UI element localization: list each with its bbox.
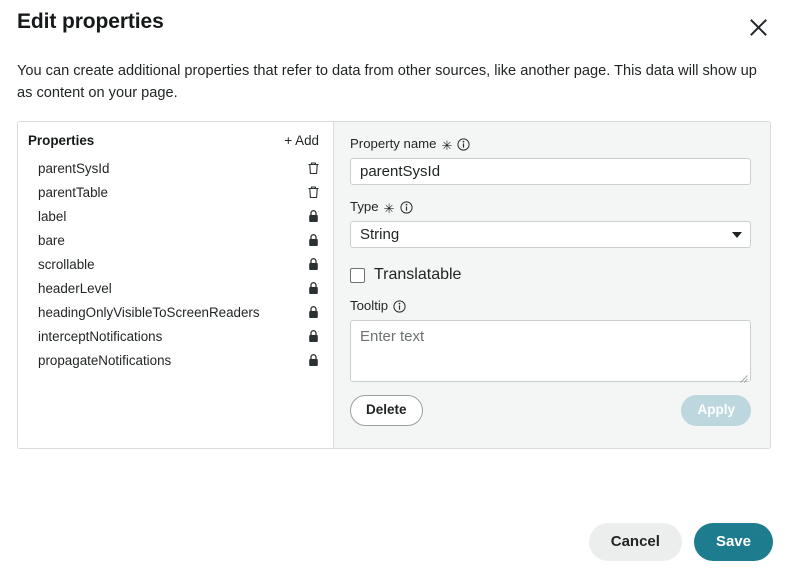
translatable-checkbox[interactable] xyxy=(350,267,365,283)
properties-list-pane: Properties + Add parentSysId parentTable xyxy=(18,122,334,448)
delete-button[interactable]: Delete xyxy=(350,395,423,426)
list-item[interactable]: scrollable xyxy=(18,252,333,276)
required-asterisk-icon: ✳ xyxy=(383,200,395,216)
cancel-button[interactable]: Cancel xyxy=(588,523,682,561)
properties-list-header: Properties + Add xyxy=(18,122,333,150)
property-name-label: interceptNotifications xyxy=(38,328,163,344)
tooltip-field-group: Tooltip xyxy=(350,298,751,383)
list-item[interactable]: parentSysId xyxy=(18,156,333,180)
trash-icon[interactable] xyxy=(305,184,321,200)
property-name-field-group: Property name ✳ xyxy=(350,136,751,185)
property-name-label-row: Property name ✳ xyxy=(350,136,751,152)
dialog-header: Edit properties xyxy=(17,10,773,48)
property-name-label: propagateNotifications xyxy=(38,352,172,368)
list-item[interactable]: headingOnlyVisibleToScreenReaders xyxy=(18,300,333,324)
property-name-label: scrollable xyxy=(38,256,95,272)
save-button[interactable]: Save xyxy=(693,523,773,561)
type-select[interactable]: String xyxy=(350,221,751,248)
tooltip-textarea-wrap xyxy=(350,320,751,383)
type-select-value[interactable]: String xyxy=(350,221,751,248)
property-detail-pane: Property name ✳ Type ✳ xyxy=(334,122,770,448)
type-field-group: Type ✳ String xyxy=(350,199,751,248)
tooltip-label-text: Tooltip xyxy=(350,298,389,313)
apply-button: Apply xyxy=(681,395,751,426)
property-name-label: headingOnlyVisibleToScreenReaders xyxy=(38,304,260,320)
type-label-row: Type ✳ xyxy=(350,199,751,215)
lock-icon xyxy=(305,232,321,248)
close-button[interactable] xyxy=(743,12,773,42)
type-label-text: Type xyxy=(350,199,379,214)
lock-icon xyxy=(305,256,321,272)
translatable-label[interactable]: Translatable xyxy=(374,266,461,284)
lock-icon xyxy=(305,328,321,344)
list-item[interactable]: bare xyxy=(18,228,333,252)
lock-icon xyxy=(305,304,321,320)
property-name-label: headerLevel xyxy=(38,280,112,296)
properties-list: parentSysId parentTable label bare scrol… xyxy=(18,156,333,372)
list-item[interactable]: interceptNotifications xyxy=(18,324,333,348)
add-property-button[interactable]: + Add xyxy=(282,131,321,150)
lock-icon xyxy=(305,280,321,296)
trash-icon[interactable] xyxy=(305,160,321,176)
detail-actions: Delete Apply xyxy=(350,395,751,426)
lock-icon xyxy=(305,208,321,224)
dialog-description: You can create additional properties tha… xyxy=(17,63,757,101)
required-asterisk-icon: ✳ xyxy=(441,137,453,153)
lock-icon xyxy=(305,352,321,368)
tooltip-textarea[interactable] xyxy=(350,320,751,382)
property-name-label: label xyxy=(38,208,67,224)
page-title: Edit properties xyxy=(17,10,164,33)
list-item[interactable]: label xyxy=(18,204,333,228)
property-name-label: bare xyxy=(38,232,65,248)
properties-editor-panel: Properties + Add parentSysId parentTable xyxy=(17,121,771,449)
property-name-label-text: Property name xyxy=(350,136,437,151)
list-item[interactable]: headerLevel xyxy=(18,276,333,300)
list-item[interactable]: propagateNotifications xyxy=(18,348,333,372)
info-icon[interactable] xyxy=(457,137,471,151)
info-icon[interactable] xyxy=(393,299,406,313)
property-name-label: parentTable xyxy=(38,184,108,200)
list-item[interactable]: parentTable xyxy=(18,180,333,204)
property-name-label: parentSysId xyxy=(38,160,110,176)
dialog-footer: Cancel Save xyxy=(588,523,773,561)
tooltip-label-row: Tooltip xyxy=(350,298,751,314)
properties-list-title: Properties xyxy=(28,133,95,148)
info-icon[interactable] xyxy=(399,200,413,214)
close-icon xyxy=(748,17,769,38)
translatable-row[interactable]: Translatable xyxy=(350,266,751,284)
property-name-input[interactable] xyxy=(350,158,751,185)
